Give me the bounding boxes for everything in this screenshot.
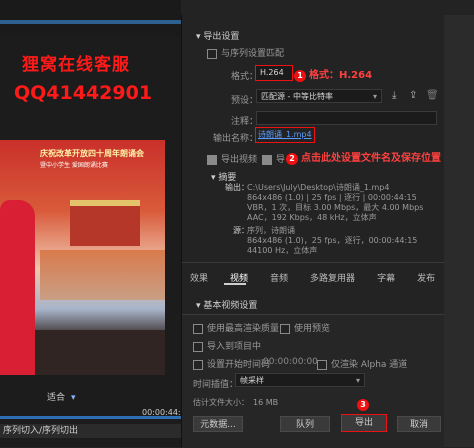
- tab-audio[interactable]: 音频: [270, 274, 288, 284]
- output-name-value: 诗朗诵_1.mp4: [258, 130, 312, 139]
- preset-value: 匹配源 - 中等比特率: [261, 92, 333, 101]
- chevron-down-icon: ▾: [355, 376, 360, 385]
- format-dropdown[interactable]: H.264: [255, 65, 293, 81]
- summary-source-lines: 序列，诗朗诵 864x486 (1.0)，25 fps，逐行，00:00:44:…: [247, 226, 417, 256]
- output-line: 864x486 (1.0) | 25 fps | 逐行 | 00:00:44:1…: [247, 193, 417, 202]
- est-size-label: 估计文件大小：: [193, 398, 249, 407]
- watermark-line2: QQ41442901: [14, 82, 153, 104]
- active-tab-indicator: [224, 283, 246, 285]
- step1-badge-icon: 1: [294, 70, 306, 82]
- match-sequence-checkbox[interactable]: [207, 48, 217, 59]
- use-previews-row[interactable]: 使用预览: [280, 321, 330, 334]
- annotation-step2-text: 点击此处设置文件名及保存位置: [301, 153, 441, 164]
- fit-dropdown-label: 适合: [47, 393, 66, 403]
- comments-label: 注释：: [231, 117, 259, 127]
- right-scroll-strip[interactable]: [444, 15, 474, 447]
- source-line: 864x486 (1.0)，25 fps，逐行，00:00:44:15: [247, 236, 418, 245]
- render-alpha-row[interactable]: 仅渲染 Alpha 通道: [317, 357, 407, 370]
- tab-multiplexer[interactable]: 多路复用器: [310, 274, 355, 284]
- max-render-label: 使用最高渲染质量: [207, 324, 280, 334]
- source-line: 序列，诗朗诵: [247, 226, 295, 235]
- export-settings-header[interactable]: ▾ 导出设置: [196, 29, 239, 42]
- delete-preset-icon[interactable]: 🗑: [426, 90, 439, 101]
- output-name-link[interactable]: 诗朗诵_1.mp4: [255, 127, 315, 143]
- preview-gate: [70, 200, 140, 246]
- format-value: H.264: [260, 68, 284, 77]
- export-audio-checkbox[interactable]: [262, 154, 272, 165]
- render-alpha-label: 仅渲染 Alpha 通道: [331, 360, 408, 370]
- summary-title: 摘要: [218, 173, 237, 183]
- import-preset-icon[interactable]: ⇪: [409, 90, 417, 101]
- preset-label: 预设：: [231, 96, 259, 106]
- metadata-button[interactable]: 元数据...: [193, 416, 243, 432]
- comments-input[interactable]: [256, 111, 437, 125]
- export-settings-title: 导出设置: [203, 32, 240, 42]
- left-top-bar: [0, 20, 181, 24]
- preview-banner-text: 庆祝改革开放四十周年朗诵会: [40, 149, 144, 158]
- step3-badge-icon: 3: [357, 399, 372, 411]
- timeline-bar[interactable]: [0, 416, 181, 419]
- export-video-row[interactable]: 导出视频: [207, 152, 257, 165]
- export-audio-label: 导: [276, 155, 286, 165]
- output-line: VBR，1 次，目标 3.00 Mbps，最大 4.00 Mbps: [247, 203, 424, 212]
- time-interp-label: 时间插值：: [193, 380, 239, 390]
- annotation-step1: 1 格式：H.264: [294, 66, 372, 82]
- chevron-down-icon: ▾: [71, 393, 76, 403]
- tab-publish[interactable]: 发布: [417, 274, 435, 284]
- cancel-button[interactable]: 取消: [397, 416, 441, 432]
- annotation-step2: 2 点击此处设置文件名及保存位置: [286, 149, 441, 165]
- source-line: 44100 Hz，立体声: [247, 246, 318, 255]
- export-button[interactable]: 导出: [341, 414, 387, 432]
- start-timecode-checkbox[interactable]: [193, 359, 203, 370]
- max-render-row[interactable]: 使用最高渲染质量: [193, 321, 279, 334]
- render-alpha-checkbox[interactable]: [317, 359, 327, 370]
- summary-output-lines: C:\Users\July\Desktop\诗朗诵_1.mp4 864x486 …: [247, 183, 423, 223]
- watermark-line1: 狸窝在线客服: [22, 55, 130, 75]
- preview-performer: [0, 200, 35, 375]
- export-audio-row[interactable]: 导: [262, 152, 285, 165]
- basic-video-title: 基本视频设置: [203, 301, 258, 311]
- video-preview: 庆祝改革开放四十周年朗诵会 暨中小学生 爱国朗诵比赛: [0, 140, 165, 375]
- save-preset-icon[interactable]: ⤓: [392, 90, 396, 101]
- preset-dropdown[interactable]: 匹配源 - 中等比特率 ▾: [256, 89, 382, 103]
- export-video-label: 导出视频: [221, 155, 258, 165]
- import-project-row[interactable]: 导入到项目中: [193, 339, 261, 352]
- time-interp-dropdown[interactable]: 帧采样 ▾: [235, 373, 365, 387]
- start-timecode-row[interactable]: 设置开始时间码: [193, 357, 270, 370]
- preview-crowd: [40, 250, 165, 300]
- queue-button[interactable]: 队列: [280, 416, 330, 432]
- match-sequence-label: 与序列设置匹配: [221, 49, 285, 59]
- summary-output-label: 输出：: [225, 183, 249, 192]
- use-previews-checkbox[interactable]: [280, 323, 290, 334]
- est-size-value: 16 MB: [253, 398, 279, 407]
- source-range-dropdown[interactable]: 序列切入/序列切出: [0, 424, 184, 438]
- output-line: C:\Users\July\Desktop\诗朗诵_1.mp4: [247, 183, 390, 192]
- match-sequence-row[interactable]: 与序列设置匹配: [207, 46, 284, 59]
- preview-banner-subtitle: 暨中小学生 爱国朗诵比赛: [40, 162, 108, 169]
- chevron-down-icon: ▾: [372, 92, 377, 101]
- basic-video-header[interactable]: ▾ 基本视频设置: [196, 298, 257, 311]
- tab-effects[interactable]: 效果: [190, 274, 208, 284]
- summary-header[interactable]: ▾ 摘要: [211, 170, 236, 183]
- tab-captions[interactable]: 字幕: [377, 274, 395, 284]
- start-timecode-value[interactable]: 00:00:00:00: [263, 357, 318, 367]
- annotation-step1-text: 格式：H.264: [309, 70, 373, 81]
- divider: [182, 262, 444, 263]
- left-top-strip: [0, 0, 181, 36]
- fit-dropdown[interactable]: 适合 ▾: [47, 390, 76, 403]
- import-project-checkbox[interactable]: [193, 341, 203, 352]
- start-timecode-label: 设置开始时间码: [207, 360, 271, 370]
- export-video-checkbox[interactable]: [207, 154, 217, 165]
- format-label: 格式：: [231, 72, 259, 82]
- max-render-checkbox[interactable]: [193, 323, 203, 334]
- step2-badge-icon: 2: [286, 153, 298, 165]
- time-interp-value: 帧采样: [240, 376, 264, 385]
- output-name-label: 输出名称：: [213, 134, 259, 144]
- import-project-label: 导入到项目中: [207, 342, 262, 352]
- output-line: AAC，192 Kbps，48 kHz，立体声: [247, 213, 377, 222]
- use-previews-label: 使用预览: [294, 324, 331, 334]
